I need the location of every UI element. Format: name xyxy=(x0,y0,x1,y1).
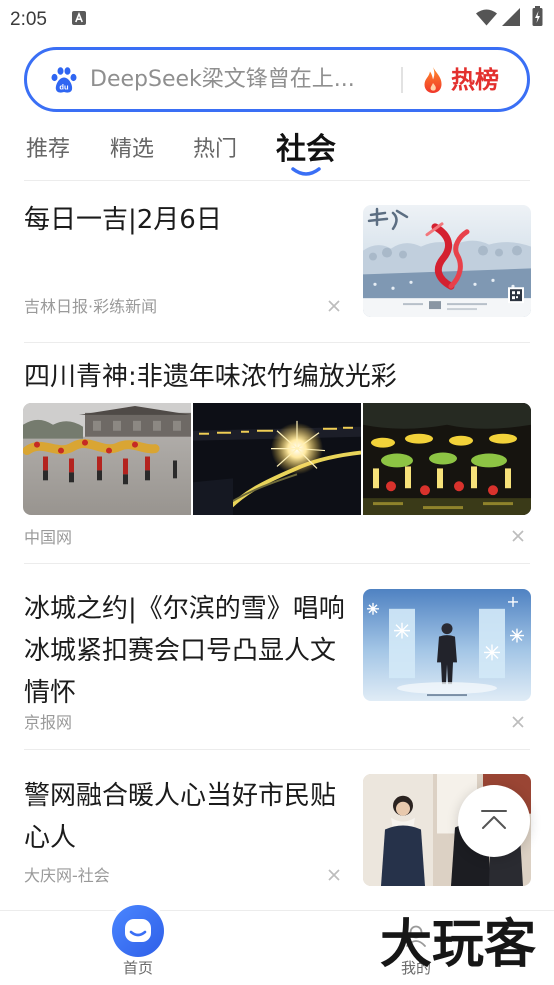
news-title[interactable]: 警网融合暖人心当好市民贴心人 xyxy=(24,775,346,859)
close-icon[interactable] xyxy=(511,529,525,543)
hot-list-button[interactable]: 热榜 xyxy=(423,65,507,95)
signal-icon xyxy=(502,8,520,26)
nav-home-label[interactable]: 首页 xyxy=(108,957,168,979)
news-thumbnail[interactable] xyxy=(193,403,361,515)
logo-text: du xyxy=(59,83,69,92)
news-source: 中国网 xyxy=(24,528,73,547)
font-a-icon xyxy=(72,11,86,25)
news-title[interactable]: 每日一吉|2月6日 xyxy=(24,199,346,241)
news-source: 京报网 xyxy=(24,713,73,732)
news-thumbnail[interactable] xyxy=(363,205,531,317)
tab-society[interactable]: 社会 xyxy=(276,130,336,170)
watermark: 大玩客 xyxy=(380,915,537,975)
tab-recommend[interactable]: 推荐 xyxy=(26,135,70,165)
news-title[interactable]: 冰城之约|《尔滨的雪》唱响冰城紧扣赛会口号凸显人文情怀 xyxy=(24,588,346,714)
news-source: 吉林日报·彩练新闻 xyxy=(24,297,158,316)
close-icon[interactable] xyxy=(327,868,341,882)
news-item[interactable]: 每日一吉|2月6日 吉林日报·彩练新闻 xyxy=(0,181,554,342)
tab-featured[interactable]: 精选 xyxy=(110,135,154,165)
news-thumbnail[interactable] xyxy=(363,589,531,701)
news-item[interactable]: 冰城之约|《尔滨的雪》唱响冰城紧扣赛会口号凸显人文情怀 京报网 xyxy=(0,563,554,749)
news-source: 大庆网-社会 xyxy=(24,866,110,885)
active-tab-indicator xyxy=(290,166,322,178)
news-item[interactable]: 四川青神:非遗年味浓竹编放光彩 中国网 xyxy=(0,342,554,563)
status-bar: 2:05 xyxy=(0,0,554,40)
back-to-top-button[interactable] xyxy=(458,785,530,857)
tab-trending[interactable]: 热门 xyxy=(193,135,237,165)
status-time: 2:05 xyxy=(10,9,47,30)
news-thumbnail[interactable] xyxy=(363,403,531,515)
baidu-paw-icon: du xyxy=(50,66,78,94)
wifi-icon xyxy=(476,9,497,26)
news-thumbnail-row[interactable] xyxy=(23,403,531,515)
close-icon[interactable] xyxy=(327,299,341,313)
battery-charging-icon xyxy=(532,6,543,26)
close-icon[interactable] xyxy=(511,715,525,729)
search-bar[interactable]: du DeepSeek梁文锋曾在上... 热榜 xyxy=(24,47,530,112)
search-divider xyxy=(401,67,403,93)
home-face-icon[interactable] xyxy=(112,905,164,957)
news-thumbnail[interactable] xyxy=(23,403,191,515)
news-title[interactable]: 四川青神:非遗年味浓竹编放光彩 xyxy=(24,356,530,398)
search-query-text[interactable]: DeepSeek梁文锋曾在上... xyxy=(90,65,390,95)
hot-list-label: 热榜 xyxy=(451,66,499,94)
flame-icon xyxy=(423,66,443,94)
